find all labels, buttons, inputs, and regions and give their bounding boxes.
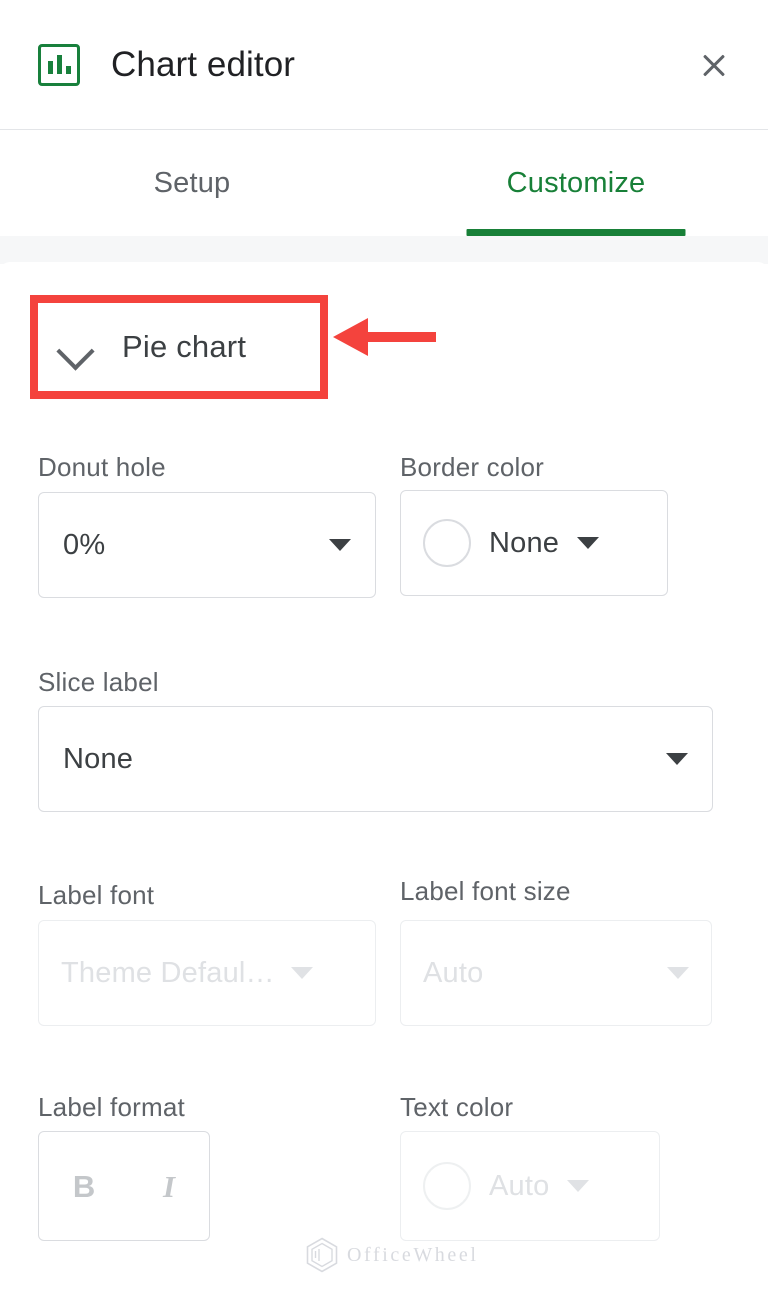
text-color-label: Text color [400,1092,513,1123]
label-format-group: B I [38,1131,210,1241]
tab-customize-label: Customize [507,167,646,200]
donut-hole-value: 0% [63,529,329,562]
slice-label-select[interactable]: None [38,706,713,812]
chevron-down-icon [51,323,99,371]
caret-down-icon [291,967,313,979]
caret-down-icon [577,537,599,549]
border-color-select[interactable]: None [400,490,668,596]
tab-active-indicator [467,229,686,236]
border-color-label: Border color [400,452,544,483]
close-icon[interactable] [688,39,740,91]
editor-tabs: Setup Customize [0,131,768,236]
caret-down-icon [567,1180,589,1192]
annotation-arrow-icon [333,332,436,342]
label-font-value: Theme Defaul… [61,957,283,990]
section-title-label: Pie chart [122,329,246,365]
caret-down-icon [667,967,689,979]
chart-bars-icon [38,44,80,86]
label-font-select[interactable]: Theme Defaul… [38,920,376,1026]
italic-button[interactable]: I [163,1171,175,1202]
slice-label-value: None [63,743,666,776]
label-font-size-label: Label font size [400,876,571,907]
tab-setup[interactable]: Setup [0,131,384,236]
color-swatch-auto-icon [423,1162,471,1210]
chart-editor-panel: Chart editor Setup Customize Pie chart D… [0,0,768,1291]
panel-shadow-band [0,236,768,264]
tab-setup-label: Setup [154,167,231,200]
tab-customize[interactable]: Customize [384,131,768,236]
label-font-size-value: Auto [423,957,667,990]
label-format-label: Label format [38,1092,185,1123]
customize-panel: Pie chart Donut hole 0% Border color Non… [0,262,768,1291]
donut-hole-select[interactable]: 0% [38,492,376,598]
border-color-value: None [489,527,559,560]
caret-down-icon [666,753,688,765]
text-color-value: Auto [489,1170,549,1203]
label-font-label: Label font [38,880,154,911]
section-header-pie-chart[interactable]: Pie chart [36,302,322,392]
editor-header: Chart editor [0,0,768,130]
label-font-size-select[interactable]: Auto [400,920,712,1026]
slice-label-label: Slice label [38,667,159,698]
caret-down-icon [329,539,351,551]
text-color-select[interactable]: Auto [400,1131,660,1241]
donut-hole-label: Donut hole [38,452,166,483]
color-swatch-none-icon [423,519,471,567]
bold-button[interactable]: B [73,1171,95,1202]
page-title: Chart editor [111,45,295,85]
